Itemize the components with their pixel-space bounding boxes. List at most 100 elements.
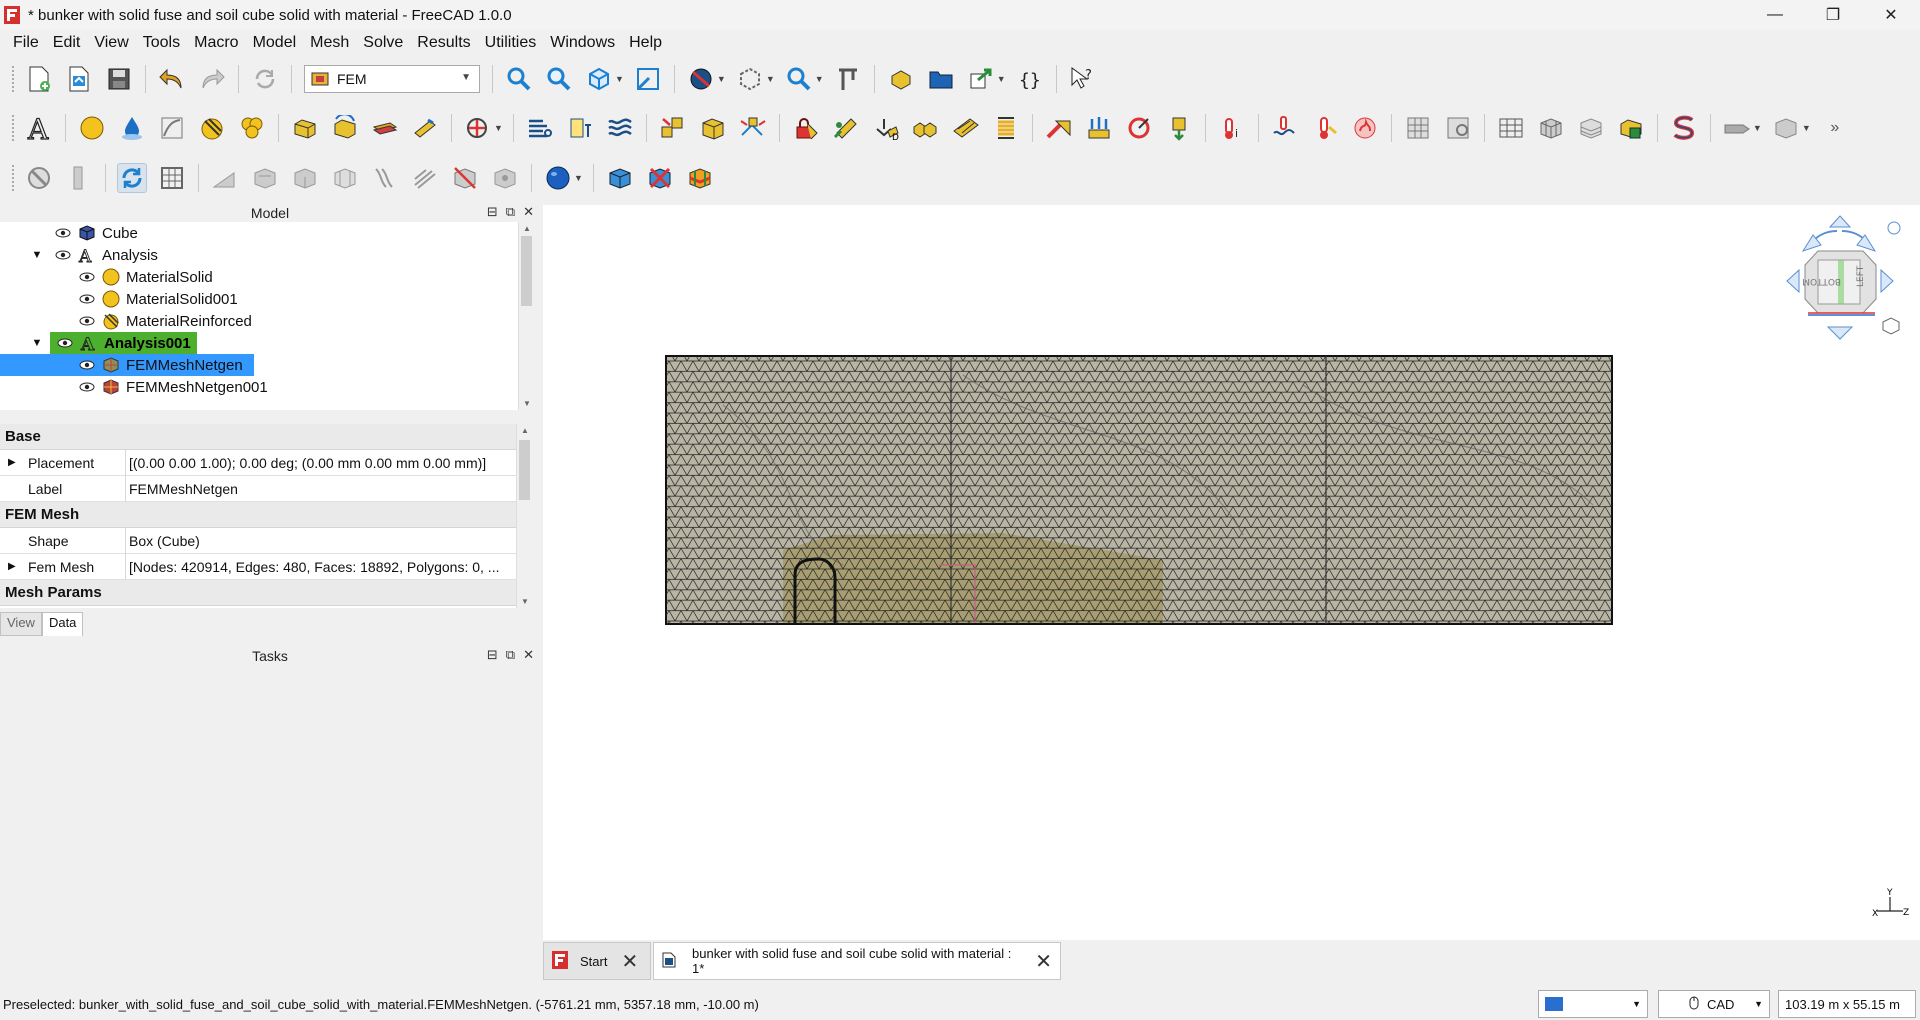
menu-view[interactable]: View: [87, 34, 135, 52]
property-value[interactable]: [(0.00 0.00 1.00); 0.00 deg; (0.00 mm 0.…: [126, 455, 486, 471]
minimize-button[interactable]: —: [1746, 0, 1804, 30]
tree-item-analysis001[interactable]: ▼ A Analysis001: [30, 332, 197, 354]
eye-icon[interactable]: [78, 293, 96, 305]
create-group-button[interactable]: [926, 64, 956, 94]
tree-item-material-solid001[interactable]: MaterialSolid001: [78, 288, 238, 310]
refresh-button[interactable]: [250, 64, 280, 94]
menu-model[interactable]: Model: [246, 34, 304, 52]
scroll-up-icon[interactable]: ▲: [523, 224, 531, 233]
menu-results[interactable]: Results: [410, 34, 477, 52]
property-value[interactable]: FEMMeshNetgen: [126, 481, 238, 497]
expand-arrow-icon[interactable]: ▼: [30, 337, 44, 349]
property-value[interactable]: Box (Cube): [126, 533, 200, 549]
mesh-info-button[interactable]: [525, 113, 555, 143]
eye-icon[interactable]: [78, 381, 96, 393]
recompute-button[interactable]: [117, 163, 147, 193]
constraint-temperature-button[interactable]: [1310, 113, 1340, 143]
constraint-selfweight-button[interactable]: [1164, 113, 1194, 143]
whats-this-button[interactable]: ?: [1068, 64, 1098, 94]
panel-undock-icon[interactable]: ⧉: [506, 647, 515, 663]
mesh-display-button[interactable]: [157, 163, 187, 193]
tree-item-fem-mesh-netgen[interactable]: FEMMeshNetgen: [0, 354, 254, 376]
workbench-selector[interactable]: FEM ▼: [304, 65, 480, 93]
expand-arrow-icon[interactable]: ▼: [30, 249, 44, 261]
result-show-button[interactable]: [605, 163, 635, 193]
constraint-dropdown-button[interactable]: [463, 113, 493, 143]
save-document-button[interactable]: [104, 64, 134, 94]
panel-undock-icon[interactable]: ⧉: [506, 204, 515, 220]
create-part-button[interactable]: [886, 64, 916, 94]
property-row-label[interactable]: Label FEMMeshNetgen: [0, 475, 516, 502]
mesh-from-shape-button[interactable]: [1616, 113, 1646, 143]
draw-style-button[interactable]: [686, 64, 716, 94]
material-editor-button[interactable]: [237, 113, 267, 143]
maximize-button[interactable]: ❐: [1804, 0, 1862, 30]
clip-plane-button[interactable]: [64, 163, 94, 193]
more-tools-button[interactable]: »: [1820, 113, 1850, 143]
link-actions-button[interactable]: [966, 64, 996, 94]
scroll-up-icon[interactable]: ▲: [521, 426, 529, 435]
post-scalar-clip-button[interactable]: [370, 163, 400, 193]
scroll-down-icon[interactable]: ▼: [523, 399, 531, 408]
tree-scrollbar[interactable]: ▲ ▼: [518, 222, 534, 410]
eye-icon[interactable]: [56, 337, 74, 349]
constraint-displacement-button[interactable]: [831, 113, 861, 143]
tree-item-analysis[interactable]: ▼ A Analysis: [30, 244, 158, 266]
panel-close-icon[interactable]: ✕: [523, 647, 534, 663]
constraint-pressure-button[interactable]: [1084, 113, 1114, 143]
toolbar-grip[interactable]: [12, 66, 15, 92]
constraint-planerotation-button[interactable]: D: [871, 113, 901, 143]
fem-mesh-view[interactable]: BOTTOM LEFT Y X Z: [543, 205, 1920, 940]
property-row-fem-mesh[interactable]: ▶ Fem Mesh [Nodes: 420914, Edges: 480, Fa…: [0, 553, 516, 580]
fit-all-button[interactable]: [504, 64, 534, 94]
variable-set-button[interactable]: {}: [1015, 64, 1045, 94]
mesh-netgen-button[interactable]: [1403, 113, 1433, 143]
menu-utilities[interactable]: Utilities: [478, 34, 544, 52]
toolbar-grip[interactable]: [12, 165, 15, 191]
measure-button[interactable]: [633, 64, 663, 94]
scroll-down-icon[interactable]: ▼: [521, 597, 529, 606]
tree-item-material-solid[interactable]: MaterialSolid: [78, 266, 213, 288]
tree-item-material-reinforced[interactable]: MaterialReinforced: [78, 310, 252, 332]
view-color-selector[interactable]: ▼: [1538, 990, 1648, 1018]
menu-file[interactable]: File: [6, 34, 46, 52]
property-row-shape[interactable]: Shape Box (Cube): [0, 527, 516, 554]
eye-icon[interactable]: [54, 249, 72, 261]
new-document-button[interactable]: [24, 64, 54, 94]
constraint-spring-button[interactable]: [738, 113, 768, 143]
constraint-spring-coil-button[interactable]: [991, 113, 1021, 143]
post-clip-region-button[interactable]: [250, 163, 280, 193]
element-geometry-2d-button[interactable]: [370, 113, 400, 143]
result-purge-button[interactable]: [645, 163, 675, 193]
post-plane-button[interactable]: [210, 163, 240, 193]
tree-item-fem-mesh-netgen001[interactable]: FEMMeshNetgen001: [78, 376, 268, 398]
mesh-data-button[interactable]: [565, 113, 595, 143]
menu-tools[interactable]: Tools: [136, 34, 187, 52]
show-sphere-button[interactable]: [543, 163, 573, 193]
constraint-fixed-button[interactable]: [791, 113, 821, 143]
close-tab-icon[interactable]: ✕: [1035, 949, 1052, 974]
material-nonlinear-button[interactable]: [157, 113, 187, 143]
eye-icon[interactable]: [78, 359, 96, 371]
material-reinforced-button[interactable]: [197, 113, 227, 143]
constraint-centrif-button[interactable]: [1124, 113, 1154, 143]
post-line-button[interactable]: [450, 163, 480, 193]
close-tab-icon[interactable]: ✕: [621, 949, 638, 974]
toolbar-grip[interactable]: [12, 115, 15, 141]
property-value[interactable]: [Nodes: 420914, Edges: 480, Faces: 18892…: [126, 559, 499, 575]
constraint-initial-temp-button[interactable]: i: [1217, 113, 1247, 143]
results-purge-button[interactable]: [1722, 113, 1752, 143]
tab-start[interactable]: Start ✕: [543, 942, 651, 980]
property-row-placement[interactable]: ▶ Placement [(0.00 0.00 1.00); 0.00 deg; …: [0, 449, 516, 476]
measure-tool-button[interactable]: [833, 64, 863, 94]
post-point-button[interactable]: [490, 163, 520, 193]
post-warp-button[interactable]: [330, 163, 360, 193]
scroll-thumb[interactable]: [521, 236, 532, 306]
panel-float-icon[interactable]: ⊟: [487, 204, 498, 220]
menu-windows[interactable]: Windows: [543, 34, 622, 52]
property-scrollbar[interactable]: ▲ ▼: [516, 424, 532, 608]
navigation-style-selector[interactable]: CAD ▼: [1658, 990, 1770, 1018]
post-glyph-button[interactable]: [410, 163, 440, 193]
expand-arrow-icon[interactable]: ▶: [8, 561, 16, 572]
fit-selection-button[interactable]: [544, 64, 574, 94]
